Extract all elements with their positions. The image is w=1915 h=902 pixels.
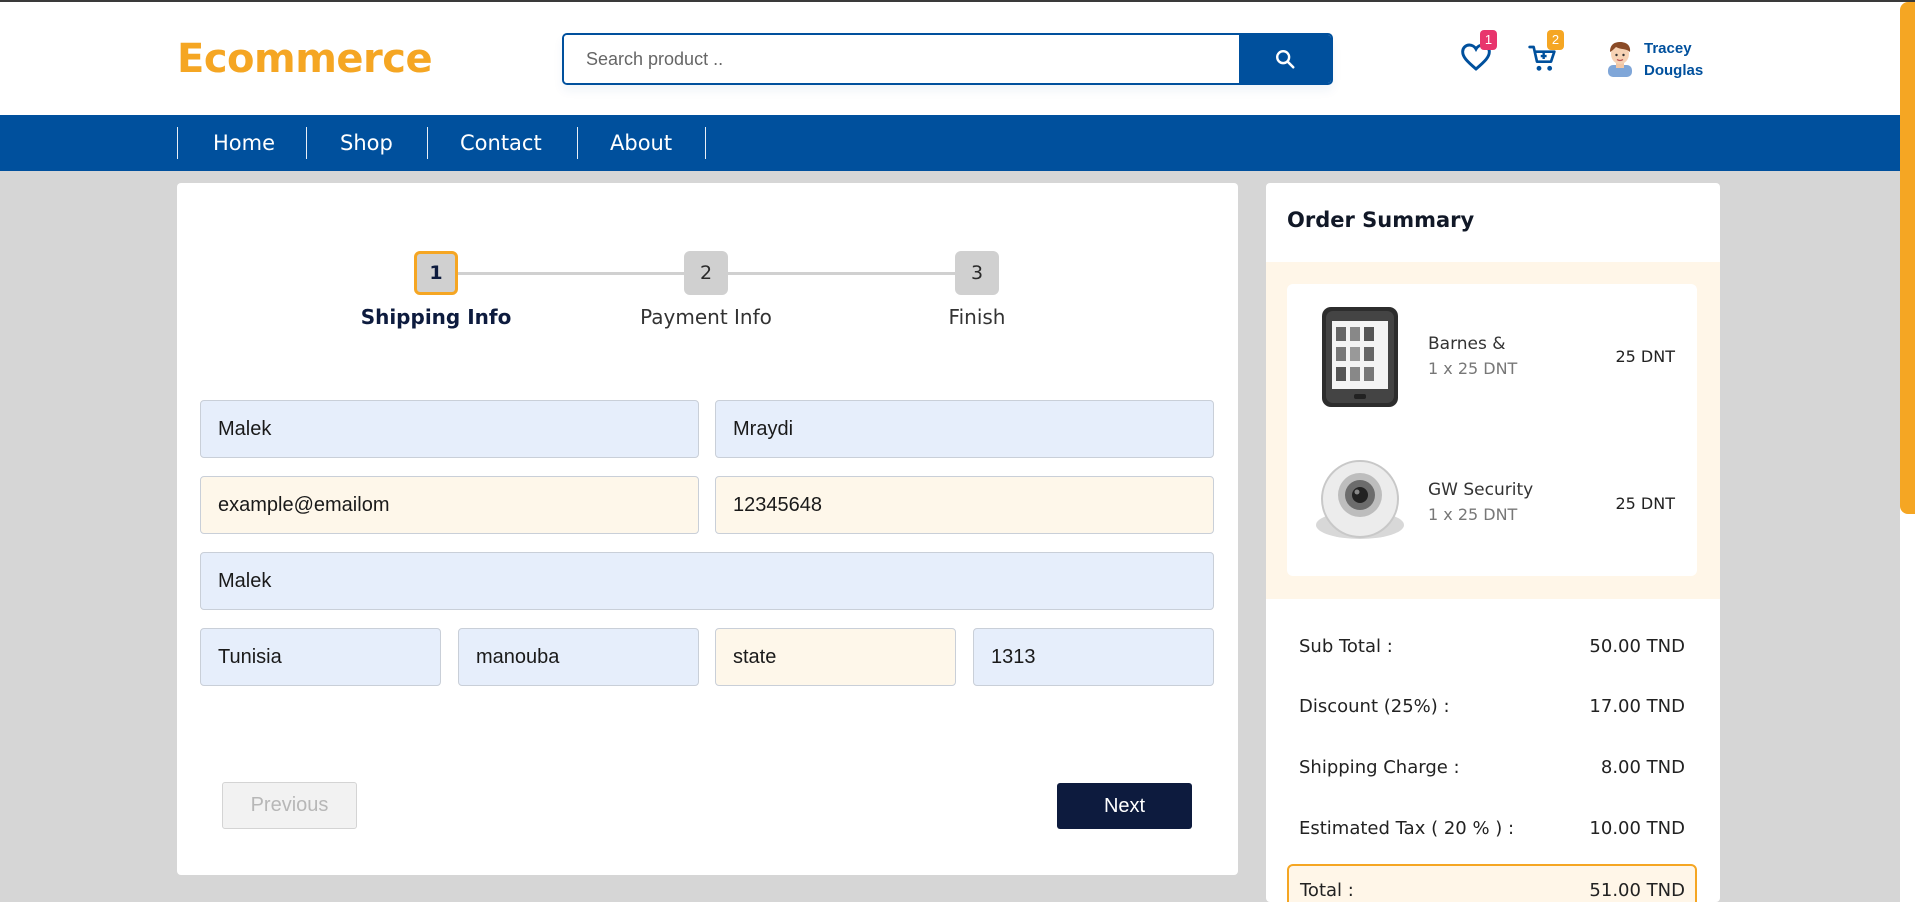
state-field[interactable]: state: [715, 628, 956, 686]
step-1-label: Shipping Info: [360, 305, 512, 329]
search-icon: [1276, 50, 1295, 69]
total-value: 51.00 TND: [1589, 880, 1685, 901]
step-connector: [458, 272, 686, 275]
search-input[interactable]: [564, 35, 1242, 83]
first-name-field[interactable]: Malek: [200, 400, 699, 458]
wishlist-button[interactable]: 1: [1460, 30, 1497, 76]
discount-value: 17.00 TND: [1589, 696, 1685, 717]
estimated-tax-label: Estimated Tax ( 20 % ) :: [1299, 818, 1515, 839]
address-field[interactable]: Malek: [200, 552, 1214, 610]
cart-count-badge: 2: [1547, 30, 1564, 50]
country-field[interactable]: Tunisia: [200, 628, 441, 686]
email-field[interactable]: example@emailom: [200, 476, 699, 534]
summary-item-qty: 1 x 25 DNT: [1428, 359, 1518, 378]
ereader-image[interactable]: [1320, 305, 1400, 413]
main-nav: Home Shop Contact About: [0, 115, 1900, 171]
nav-item-shop[interactable]: Shop: [306, 127, 427, 159]
subtotal-value: 50.00 TND: [1589, 636, 1685, 657]
nav-item-contact[interactable]: Contact: [427, 127, 577, 159]
next-button[interactable]: Next: [1057, 783, 1192, 829]
user-last-name: Douglas: [1644, 62, 1704, 79]
nav-divider: [705, 127, 706, 159]
summary-item-name: Barnes &: [1428, 334, 1506, 354]
user-avatar[interactable]: [1604, 39, 1636, 81]
dome-camera-image[interactable]: [1310, 455, 1410, 554]
search-button[interactable]: [1239, 35, 1331, 83]
nav-item-home[interactable]: Home: [177, 127, 306, 159]
discount-label: Discount (25%) :: [1299, 696, 1450, 717]
phone-field[interactable]: 12345648: [715, 476, 1214, 534]
scrollbar-thumb[interactable]: [1900, 2, 1915, 514]
subtotal-label: Sub Total :: [1299, 636, 1393, 657]
step-2-indicator[interactable]: 2: [684, 251, 728, 295]
step-3-label: Finish: [948, 305, 1006, 329]
user-name[interactable]: Tracey Douglas: [1644, 38, 1703, 82]
summary-item-qty: 1 x 25 DNT: [1428, 505, 1518, 524]
summary-item-price: 25 DNT: [1615, 494, 1675, 513]
last-name-field[interactable]: Mraydi: [715, 400, 1214, 458]
city-field[interactable]: manouba: [458, 628, 699, 686]
total-label: Total :: [1300, 880, 1354, 901]
summary-item-name: GW Security: [1428, 480, 1534, 500]
nav-item-about[interactable]: About: [577, 127, 705, 159]
shipping-charge-label: Shipping Charge :: [1299, 757, 1460, 778]
site-header: Ecommerce 1 2: [0, 2, 1900, 115]
step-1-indicator[interactable]: 1: [414, 251, 458, 295]
step-3-indicator[interactable]: 3: [955, 251, 999, 295]
shipping-charge-value: 8.00 TND: [1600, 757, 1685, 778]
step-connector: [728, 272, 956, 275]
step-2-label: Payment Info: [640, 305, 772, 329]
wishlist-count-badge: 1: [1480, 30, 1497, 50]
previous-button[interactable]: Previous: [222, 782, 357, 829]
search-bar: [562, 33, 1333, 85]
user-first-name: Tracey: [1644, 40, 1692, 57]
cart-button[interactable]: 2: [1527, 30, 1564, 79]
estimated-tax-value: 10.00 TND: [1589, 818, 1685, 839]
zip-field[interactable]: 1313: [973, 628, 1214, 686]
order-summary-title: Order Summary: [1287, 208, 1475, 232]
avatar-icon: [1608, 42, 1632, 77]
logo[interactable]: Ecommerce: [177, 36, 433, 82]
summary-item-price: 25 DNT: [1615, 347, 1675, 366]
